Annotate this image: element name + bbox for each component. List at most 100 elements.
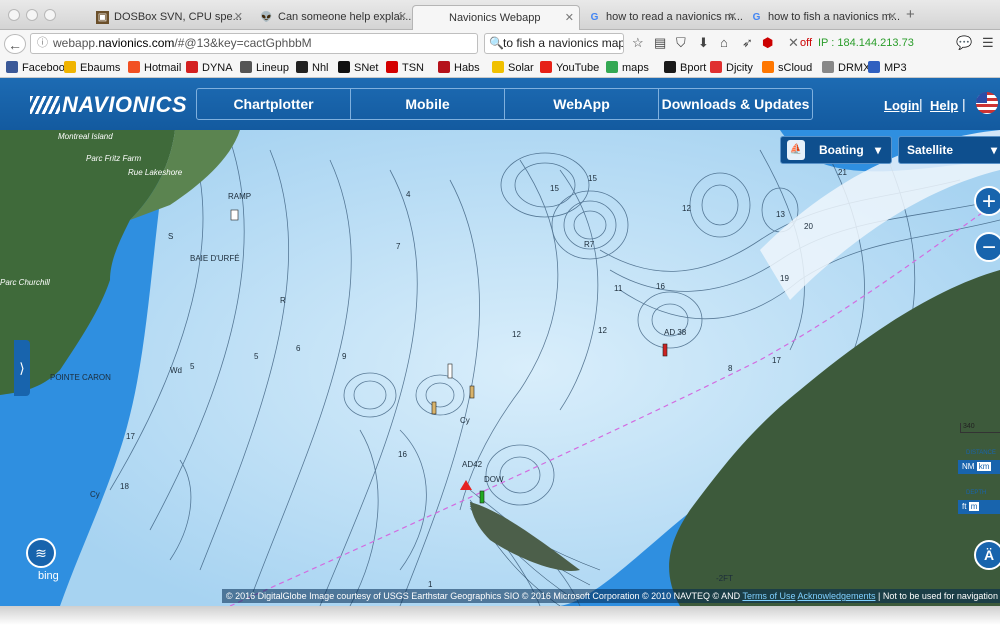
acknowledgements-link[interactable]: Acknowledgements [797, 591, 875, 601]
bookmark-bport[interactable]: Bport [664, 61, 706, 74]
adblock-icon[interactable]: ⬢ [762, 35, 773, 51]
close-tab-icon[interactable]: ✕ [234, 5, 243, 30]
bookmark-mp3[interactable]: MP3 [868, 61, 907, 74]
bookmark-label: SNet [354, 62, 379, 74]
map-attribution: © 2016 DigitalGlobe Image courtesy of US… [222, 589, 1000, 603]
bookmark-hotmail[interactable]: Hotmail [128, 61, 181, 74]
nav-chartplotter[interactable]: Chartplotter [197, 89, 351, 119]
layer-select[interactable]: Satellite ▾ [898, 136, 1000, 164]
new-tab-icon[interactable]: + [906, 6, 915, 23]
attribution-text: © 2016 DigitalGlobe Image courtesy of US… [226, 591, 743, 601]
marker-buoy[interactable] [431, 401, 437, 415]
ip-address-label: IP : 184.144.213.73 [818, 37, 914, 49]
bookmark-dyna[interactable]: DYNA [186, 61, 233, 74]
bookmark-nhl[interactable]: Nhl [296, 61, 329, 74]
bookmark-habs[interactable]: Habs [438, 61, 480, 74]
nav-downloads-updates[interactable]: Downloads & Updates [659, 89, 812, 119]
bookmark-youtube[interactable]: YouTube [540, 61, 599, 74]
close-tab-icon[interactable]: ✕ [888, 5, 897, 30]
boating-mode-select[interactable]: ⛵ Boating ▾ [780, 136, 892, 164]
chat-icon[interactable]: 💬 [956, 35, 972, 51]
distance-unit-toggle[interactable]: NM km [958, 460, 1000, 474]
bookmark-star-icon[interactable]: ☆ [632, 35, 644, 51]
login-link[interactable]: Login [884, 98, 919, 113]
bookmark-snet[interactable]: SNet [338, 61, 378, 74]
help-link[interactable]: Help [930, 98, 958, 113]
map-place-label: DOW [484, 475, 504, 484]
bookmark-tsn[interactable]: TSN [386, 61, 424, 74]
zoom-in-button[interactable]: + [974, 186, 1000, 216]
bookmark-icon [606, 61, 618, 73]
depth-label: 1 [428, 580, 433, 589]
url-bar[interactable]: ⓘ webapp.navionics.com/#@13&key=cactGphb… [30, 33, 478, 54]
reader-view-icon[interactable]: ▤ [654, 35, 666, 51]
nautical-map[interactable]: Montreal Island Parc Fritz Farm Rue Lakesh… [0, 130, 1000, 606]
bookmark-icon [868, 61, 880, 73]
chevron-down-icon: ▾ [991, 143, 998, 157]
close-tab-icon[interactable]: ✕ [398, 5, 407, 30]
depth-label: 5 [254, 352, 259, 361]
ft-label: ft [962, 502, 967, 511]
bookmark-icon [296, 61, 308, 73]
depth-label: 12 [682, 204, 691, 213]
browser-window: ▣ DOSBox SVN, CPU spe... ✕ 👽 Can someone… [0, 0, 1000, 606]
pocket-icon[interactable]: ⛉ [676, 35, 686, 51]
tab-google-read[interactable]: G how to read a navionics m... ✕ [580, 5, 742, 30]
terms-of-use-link[interactable]: Terms of Use [742, 591, 795, 601]
bookmark-icon [822, 61, 834, 73]
minimize-window-icon[interactable] [26, 9, 38, 21]
download-icon[interactable]: ⬇ [698, 35, 709, 51]
marker-buoy[interactable] [230, 209, 239, 221]
bookmark-icon [710, 61, 722, 73]
close-tab-icon[interactable]: ✕ [565, 6, 574, 30]
nav-webapp[interactable]: WebApp [505, 89, 659, 119]
tab-label: how to fish a navionics m... [768, 11, 901, 23]
bookmark-ebaums[interactable]: Ebaums [64, 61, 120, 74]
navionics-logo-icon [30, 96, 60, 114]
back-arrow-icon[interactable]: ← [4, 34, 26, 54]
side-panel-toggle[interactable]: ⟩ [14, 340, 30, 396]
marker-buoy-green[interactable] [479, 490, 485, 504]
us-flag-icon[interactable] [976, 92, 998, 114]
marker-buoy-red[interactable] [662, 343, 668, 357]
proxy-off-label: off [800, 37, 813, 49]
info-icon[interactable]: ⓘ [37, 34, 48, 53]
tab-reddit[interactable]: 👽 Can someone help explai... ✕ [252, 5, 412, 30]
menu-icon[interactable]: ☰ [982, 35, 994, 51]
depth-unit-toggle[interactable]: ft m [958, 500, 1000, 514]
map-place-label: Montreal Island [58, 132, 113, 141]
bookmark-facebook[interactable]: Facebook [6, 61, 70, 74]
map-canvas[interactable] [0, 130, 1000, 606]
depth-label: 15 [550, 184, 559, 193]
bookmark-solar[interactable]: Solar [492, 61, 534, 74]
close-window-icon[interactable] [8, 9, 20, 21]
depth-label: R [280, 296, 286, 305]
layers-button[interactable]: ≋ [26, 538, 56, 568]
nav-mobile[interactable]: Mobile [351, 89, 505, 119]
navionics-logo[interactable]: NAVIONICS [30, 92, 187, 118]
marker-buoy[interactable] [447, 363, 453, 379]
tab-label: Navionics Webapp [449, 12, 541, 24]
depth-label: 8 [728, 364, 733, 373]
home-icon[interactable]: ⌂ [720, 35, 728, 50]
bookmark-icon [186, 61, 198, 73]
tab-navionics[interactable]: Navionics Webapp ✕ [412, 5, 580, 30]
zoom-out-button[interactable]: − [974, 232, 1000, 262]
close-tab-icon[interactable]: ✕ [728, 5, 737, 30]
close-extension-icon[interactable]: ✕ [788, 35, 799, 51]
bookmark-drmx[interactable]: DRMX [822, 61, 870, 74]
bookmark-scloud[interactable]: sCloud [762, 61, 812, 74]
bookmark-label: Hotmail [144, 62, 182, 74]
tab-dosbox[interactable]: ▣ DOSBox SVN, CPU spe... ✕ [88, 5, 248, 30]
bookmark-djcity[interactable]: Djcity [710, 61, 753, 74]
compass-button[interactable]: Ä [974, 540, 1000, 570]
zoom-window-icon[interactable] [44, 9, 56, 21]
bookmark-lineup[interactable]: Lineup [240, 61, 289, 74]
search-field[interactable]: 🔍 to fish a navionics map [484, 33, 624, 54]
tab-google-fish[interactable]: G how to fish a navionics m... ✕ [742, 5, 902, 30]
bookmark-label: Ebaums [80, 62, 121, 74]
marker-buoy[interactable] [469, 385, 475, 399]
bookmark-maps[interactable]: maps [606, 61, 649, 74]
depth-label: 15 [588, 174, 597, 183]
send-icon[interactable]: ➶ [742, 35, 753, 51]
